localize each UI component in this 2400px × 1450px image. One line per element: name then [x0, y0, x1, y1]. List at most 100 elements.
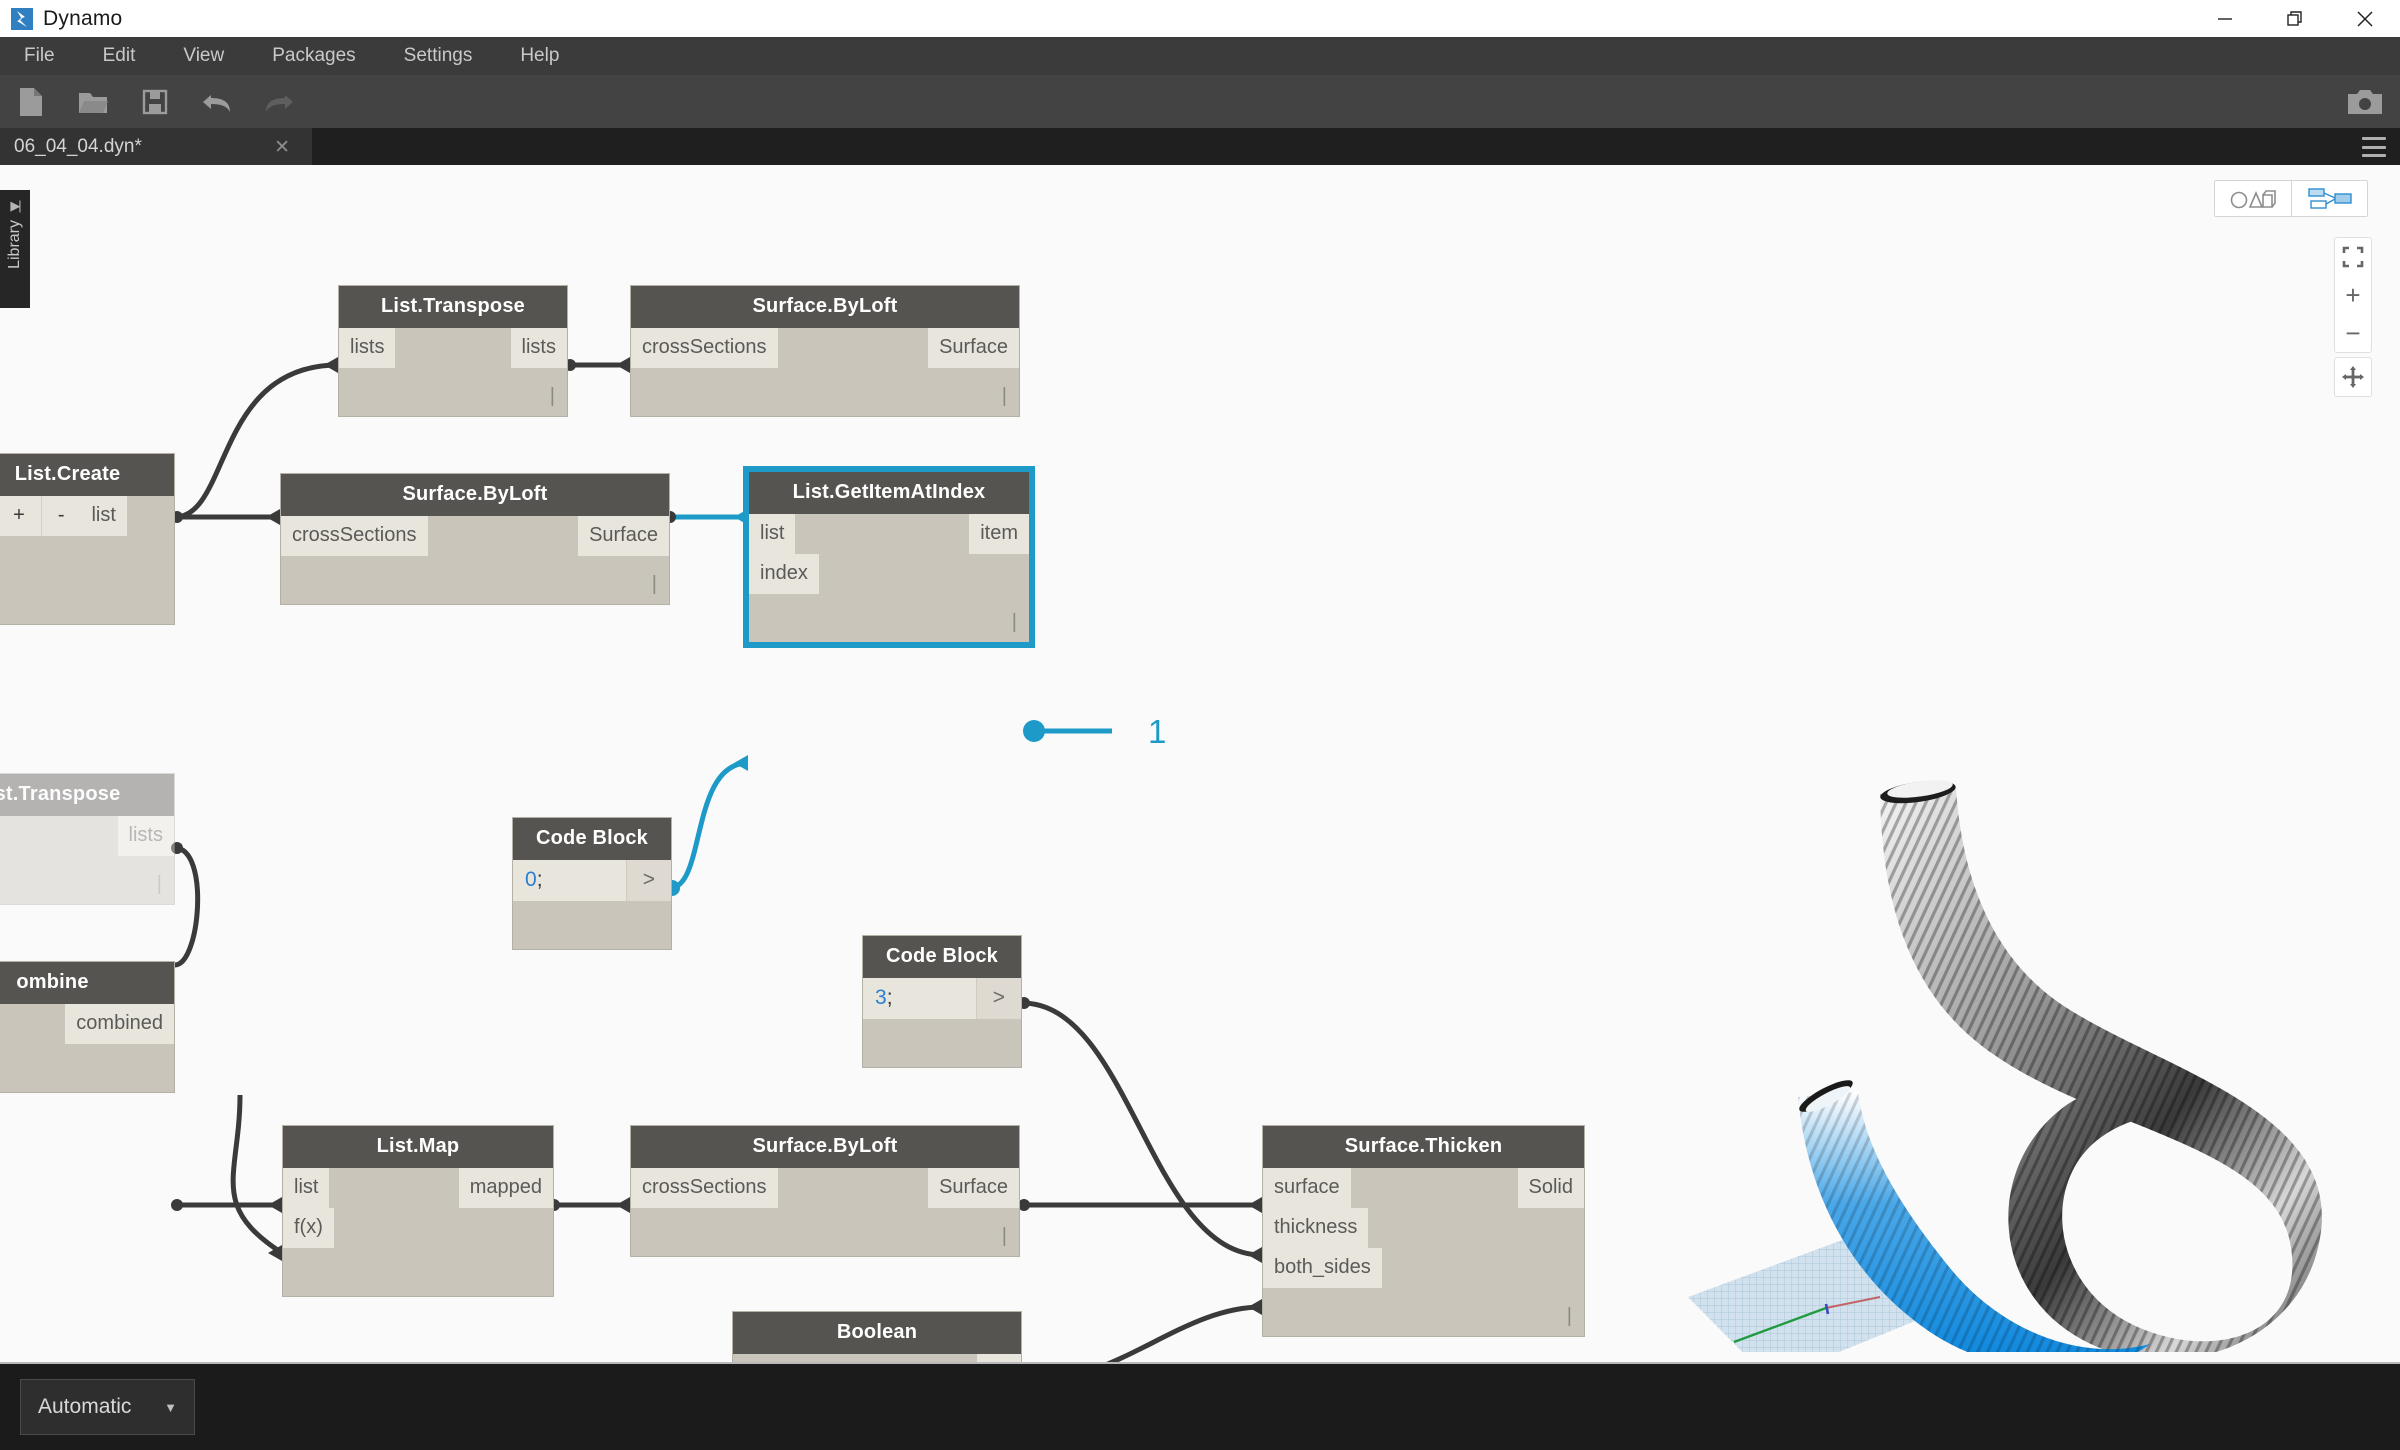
add-port-button[interactable]: + [0, 496, 41, 536]
window-title: Dynamo [43, 6, 123, 30]
port-spacer [428, 516, 579, 556]
code-block-output-arrow[interactable]: > [625, 860, 671, 901]
window-controls [2190, 0, 2400, 37]
port-input-crossSections[interactable]: crossSections [281, 516, 428, 556]
port-input-lists[interactable]: lists [339, 328, 396, 368]
minimize-button[interactable] [2190, 0, 2260, 37]
screenshot-camera-icon[interactable] [2348, 75, 2382, 128]
port-input-thickness[interactable]: thickness [1263, 1208, 1369, 1248]
port-output-lists[interactable]: lists [510, 328, 567, 368]
node-list-transpose-top[interactable]: List.Transpose lists lists | [338, 285, 568, 417]
maximize-restore-button[interactable] [2260, 0, 2330, 37]
node-list-map[interactable]: List.Map list mapped f(x) [282, 1125, 554, 1297]
node-title: List.GetItemAtIndex [749, 472, 1029, 514]
node-state-bar: | [1001, 385, 1007, 407]
node-port-row: crossSections Surface [281, 516, 669, 556]
undo-icon[interactable] [186, 75, 248, 128]
node-port-row: lists lists [339, 328, 567, 368]
menu-item-file[interactable]: File [0, 37, 79, 75]
node-footer: | [0, 856, 174, 904]
run-mode-label: Automatic [38, 1395, 132, 1418]
port-output-surface[interactable]: Surface [928, 328, 1019, 368]
node-list-create[interactable]: List.Create 0 + - list 1 [0, 453, 175, 625]
tab-workspace[interactable]: 06_04_04.dyn* ✕ [0, 128, 312, 165]
code-block-input[interactable]: 3; [863, 978, 976, 1019]
background-3d-preview-icon[interactable] [2215, 181, 2291, 216]
node-footer: | [281, 556, 669, 604]
geometry-preview[interactable] [1630, 752, 2390, 1362]
port-output-lists[interactable]: lists [117, 816, 174, 856]
tab-close-icon[interactable]: ✕ [274, 136, 290, 159]
pan-icon[interactable] [2334, 357, 2372, 397]
menu-item-view[interactable]: View [159, 37, 248, 75]
port-input-crossSections[interactable]: crossSections [631, 1168, 778, 1208]
node-port-row: both_sides [1263, 1248, 1584, 1288]
node-title: List.Map [283, 1126, 553, 1168]
hamburger-menu-icon[interactable] [2362, 137, 2386, 157]
port-input-both-sides[interactable]: both_sides [1263, 1248, 1382, 1288]
port-input-index[interactable]: index [749, 554, 819, 594]
port-output-item[interactable]: item [969, 514, 1029, 554]
port-output-mapped[interactable]: mapped [458, 1168, 553, 1208]
node-list-transpose-bottom[interactable]: st.Transpose s lists | [0, 773, 175, 905]
run-mode-dropdown[interactable]: Automatic ▼ [20, 1379, 195, 1435]
node-state-bar: | [549, 385, 555, 407]
node-state-bar: | [1001, 1225, 1007, 1247]
tool-bar [0, 75, 2400, 128]
open-file-icon[interactable] [62, 75, 124, 128]
port-input-crossSections[interactable]: crossSections [631, 328, 778, 368]
node-boolean[interactable]: Boolean True False > [732, 1311, 1022, 1362]
node-state-bar: | [651, 573, 657, 595]
node-port-row: f(x) [283, 1208, 553, 1248]
node-title: Surface.Thicken [1263, 1126, 1584, 1168]
zoom-in-button[interactable]: + [2334, 276, 2372, 314]
port-input-list[interactable]: list [283, 1168, 330, 1208]
remove-port-button[interactable]: - [40, 496, 81, 536]
node-list-getitematindex[interactable]: List.GetItemAtIndex list item index | [744, 467, 1034, 647]
node-title: Surface.ByLoft [631, 286, 1019, 328]
port-output-solid[interactable]: Solid [1517, 1168, 1584, 1208]
node-surface-thicken[interactable]: Surface.Thicken surface Solid thickness … [1262, 1125, 1585, 1337]
port-input-fx[interactable]: f(x) [283, 1208, 334, 1248]
graph-view-icon[interactable] [2291, 181, 2367, 216]
new-file-icon[interactable] [0, 75, 62, 128]
menu-item-settings[interactable]: Settings [380, 37, 497, 75]
port-spacer [1351, 1168, 1518, 1208]
fit-to-screen-icon[interactable] [2334, 238, 2372, 276]
node-port-row: - combined [0, 1004, 174, 1044]
port-output-combined[interactable]: combined [65, 1004, 174, 1044]
node-surface-byloft-bottom[interactable]: Surface.ByLoft crossSections Surface | [630, 1125, 1020, 1257]
port-output-surface[interactable]: Surface [928, 1168, 1019, 1208]
menu-item-help[interactable]: Help [496, 37, 583, 75]
node-state-bar: | [1566, 1305, 1572, 1327]
port-output-list[interactable]: list [80, 496, 127, 536]
code-block-input[interactable]: 0; [513, 860, 626, 901]
node-footer: | [749, 594, 1029, 642]
node-code-block-3[interactable]: Code Block 3; > [862, 935, 1022, 1068]
port-output-surface[interactable]: Surface [578, 516, 669, 556]
node-port-row: list mapped [283, 1168, 553, 1208]
menu-item-packages[interactable]: Packages [248, 37, 379, 75]
boolean-output-arrow[interactable]: > [976, 1354, 1021, 1362]
port-input-surface[interactable]: surface [1263, 1168, 1351, 1208]
title-bar: Dynamo [0, 0, 2400, 37]
library-panel-toggle[interactable]: ▶| Library [0, 190, 30, 308]
node-state-bar: | [156, 873, 162, 895]
save-file-icon[interactable] [124, 75, 186, 128]
redo-icon[interactable] [248, 75, 310, 128]
node-code-block-0[interactable]: Code Block 0; > [512, 817, 672, 950]
code-block-output-arrow[interactable]: > [975, 978, 1021, 1019]
port-input-list[interactable]: list [749, 514, 796, 554]
zoom-out-button[interactable]: − [2334, 314, 2372, 352]
graph-canvas[interactable]: ▶| Library + − 1 List.Create + - list Li… [0, 165, 2400, 1362]
node-surface-byloft-mid[interactable]: Surface.ByLoft crossSections Surface | [280, 473, 670, 605]
node-surface-byloft-top[interactable]: Surface.ByLoft crossSections Surface | [630, 285, 1020, 417]
node-port-row: thickness [1263, 1208, 1584, 1248]
menu-item-edit[interactable]: Edit [79, 37, 160, 75]
node-title: ombine [0, 962, 174, 1004]
node-list-combine[interactable]: ombine - combined [0, 961, 175, 1093]
port-spacer [778, 1168, 929, 1208]
node-title: st.Transpose [0, 774, 174, 816]
close-button[interactable] [2330, 0, 2400, 37]
node-footer [283, 1248, 553, 1296]
